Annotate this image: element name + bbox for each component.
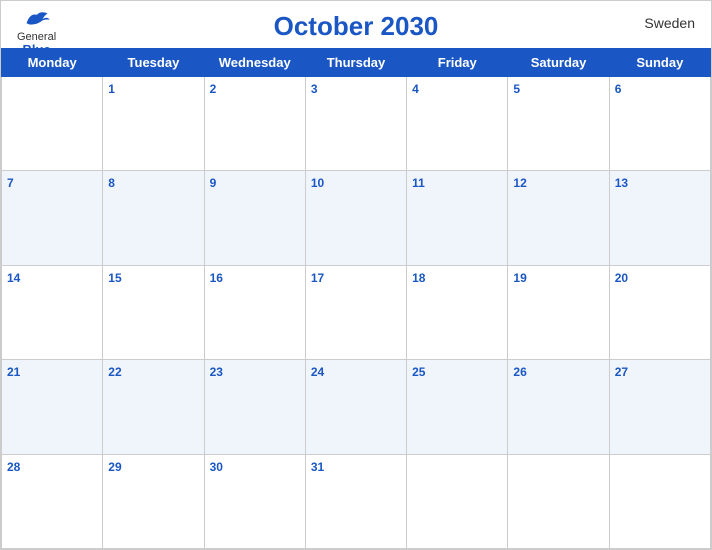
calendar-cell: 28 xyxy=(2,454,103,548)
calendar-cell: 18 xyxy=(407,265,508,359)
calendar-cell: 16 xyxy=(204,265,305,359)
calendar-cell xyxy=(2,77,103,171)
calendar-cell: 19 xyxy=(508,265,609,359)
calendar-cell xyxy=(407,454,508,548)
col-thursday: Thursday xyxy=(305,49,406,77)
col-wednesday: Wednesday xyxy=(204,49,305,77)
calendar-cell: 21 xyxy=(2,360,103,454)
table-row: 1 2 3 4 5 6 xyxy=(2,77,711,171)
calendar-cell: 5 xyxy=(508,77,609,171)
calendar-cell: 3 xyxy=(305,77,406,171)
calendar-cell: 24 xyxy=(305,360,406,454)
day-number: 25 xyxy=(412,365,425,379)
calendar-cell: 12 xyxy=(508,171,609,265)
table-row: 14 15 16 17 18 19 20 xyxy=(2,265,711,359)
calendar-cell: 6 xyxy=(609,77,710,171)
calendar-cell: 23 xyxy=(204,360,305,454)
table-row: 21 22 23 24 25 26 27 xyxy=(2,360,711,454)
calendar-cell xyxy=(609,454,710,548)
calendar-header: General Blue October 2030 Sweden xyxy=(1,1,711,48)
day-number: 13 xyxy=(615,176,628,190)
day-number: 12 xyxy=(513,176,526,190)
calendar-cell: 14 xyxy=(2,265,103,359)
col-tuesday: Tuesday xyxy=(103,49,204,77)
day-number: 3 xyxy=(311,82,318,96)
calendar-cell: 4 xyxy=(407,77,508,171)
day-number: 20 xyxy=(615,271,628,285)
col-sunday: Sunday xyxy=(609,49,710,77)
day-number: 22 xyxy=(108,365,121,379)
calendar-cell: 9 xyxy=(204,171,305,265)
day-number: 10 xyxy=(311,176,324,190)
col-friday: Friday xyxy=(407,49,508,77)
day-number: 11 xyxy=(412,176,425,190)
day-number: 19 xyxy=(513,271,526,285)
calendar-cell: 30 xyxy=(204,454,305,548)
day-number: 18 xyxy=(412,271,425,285)
day-number: 31 xyxy=(311,460,324,474)
calendar-cell: 13 xyxy=(609,171,710,265)
calendar-cell: 7 xyxy=(2,171,103,265)
calendar-cell: 20 xyxy=(609,265,710,359)
calendar-cell: 15 xyxy=(103,265,204,359)
day-number: 29 xyxy=(108,460,121,474)
calendar-cell: 11 xyxy=(407,171,508,265)
calendar-cell: 22 xyxy=(103,360,204,454)
day-number: 26 xyxy=(513,365,526,379)
calendar-cell: 2 xyxy=(204,77,305,171)
day-number: 14 xyxy=(7,271,20,285)
calendar-cell: 1 xyxy=(103,77,204,171)
day-number: 23 xyxy=(210,365,223,379)
calendar-cell xyxy=(508,454,609,548)
calendar-wrapper: General Blue October 2030 Sweden Monday … xyxy=(0,0,712,550)
calendar-cell: 8 xyxy=(103,171,204,265)
logo-blue-text: Blue xyxy=(22,43,50,57)
calendar-cell: 29 xyxy=(103,454,204,548)
day-number: 24 xyxy=(311,365,324,379)
day-number: 5 xyxy=(513,82,520,96)
day-number: 15 xyxy=(108,271,121,285)
days-header-row: Monday Tuesday Wednesday Thursday Friday… xyxy=(2,49,711,77)
calendar-cell: 17 xyxy=(305,265,406,359)
logo-bird-icon xyxy=(23,9,51,29)
calendar-table: Monday Tuesday Wednesday Thursday Friday… xyxy=(1,48,711,549)
col-saturday: Saturday xyxy=(508,49,609,77)
day-number: 7 xyxy=(7,176,14,190)
day-number: 27 xyxy=(615,365,628,379)
day-number: 9 xyxy=(210,176,217,190)
calendar-cell: 27 xyxy=(609,360,710,454)
calendar-cell: 31 xyxy=(305,454,406,548)
calendar-title: October 2030 xyxy=(274,11,439,42)
calendar-cell: 10 xyxy=(305,171,406,265)
calendar-body: 1234567891011121314151617181920212223242… xyxy=(2,77,711,549)
day-number: 28 xyxy=(7,460,20,474)
day-number: 8 xyxy=(108,176,115,190)
calendar-cell: 26 xyxy=(508,360,609,454)
calendar-cell: 25 xyxy=(407,360,508,454)
day-number: 2 xyxy=(210,82,217,96)
table-row: 28 29 30 31 xyxy=(2,454,711,548)
day-number: 4 xyxy=(412,82,419,96)
table-row: 7 8 9 10 11 12 13 xyxy=(2,171,711,265)
day-number: 21 xyxy=(7,365,20,379)
day-number: 17 xyxy=(311,271,324,285)
country-label: Sweden xyxy=(644,15,695,31)
logo-area: General Blue xyxy=(17,9,56,57)
day-number: 30 xyxy=(210,460,223,474)
day-number: 16 xyxy=(210,271,223,285)
day-number: 1 xyxy=(108,82,115,96)
day-number: 6 xyxy=(615,82,622,96)
